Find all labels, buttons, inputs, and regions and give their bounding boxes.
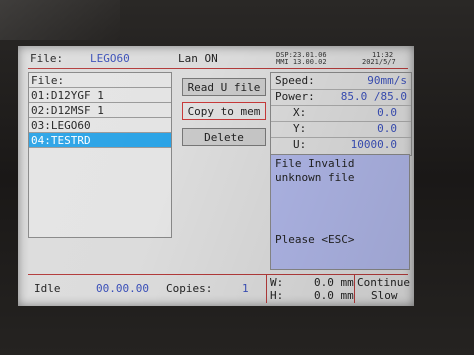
mode-continue: Continue: [357, 276, 410, 289]
height-label: H:: [270, 289, 284, 302]
y-row: Y: 0.0: [271, 121, 411, 138]
status-divider-1: [266, 275, 267, 303]
parameter-panel: Speed: 90mm/s Power: 85.0 /85.0 X: 0.0 Y…: [270, 72, 412, 156]
clock-date: 2021/5/7: [362, 58, 396, 66]
file-label: File:: [30, 52, 64, 65]
x-label: X:: [293, 106, 307, 119]
clock: 11:32 2021/5/7: [362, 52, 396, 66]
status-divider-2: [354, 275, 355, 303]
lan-status: Lan ON: [178, 52, 218, 65]
message-panel: File Invalid unknown file Please <ESC>: [270, 154, 410, 270]
x-value: 0.0: [377, 106, 397, 119]
height-value: 0.0 mm: [314, 289, 354, 302]
file-item-02[interactable]: 02:D12MSF 1: [29, 103, 171, 118]
message-line-2: unknown file: [275, 171, 355, 184]
machine-state: Idle: [34, 282, 61, 295]
power-row: Power: 85.0 /85.0: [271, 89, 411, 106]
elapsed-time: 00.00.00: [96, 282, 149, 295]
message-prompt: Please <ESC>: [275, 233, 355, 246]
message-line-1: File Invalid: [275, 157, 355, 170]
y-label: Y:: [293, 122, 307, 135]
version-info: DSP:23.01.06 MMI 13.00.02: [276, 52, 327, 66]
file-list: File: 01:D12YGF 1 02:D12MSF 1 03:LEGO60 …: [28, 72, 172, 238]
u-value: 10000.0: [350, 138, 397, 151]
speed-label: Speed:: [275, 74, 315, 87]
file-item-01[interactable]: 01:D12YGF 1: [29, 88, 171, 103]
mmi-version: MMI 13.00.02: [276, 58, 327, 66]
speed-value: 90mm/s: [367, 74, 407, 87]
x-row: X: 0.0: [271, 105, 411, 122]
file-item-03[interactable]: 03:LEGO60: [29, 118, 171, 133]
power-label: Power:: [275, 90, 315, 103]
width-label: W:: [270, 276, 284, 289]
screen-glare: [0, 0, 120, 40]
copies-value: 1: [242, 282, 249, 295]
copies-label: Copies:: [166, 282, 213, 295]
status-bar: Idle 00.00.00 Copies: 1 W: 0.0 mm H: 0.0…: [28, 274, 410, 303]
delete-button[interactable]: Delete: [182, 128, 266, 146]
read-u-file-button[interactable]: Read U file: [182, 78, 266, 96]
file-item-04[interactable]: 04:TESTRD: [29, 133, 171, 148]
file-list-header: File:: [29, 73, 171, 88]
lcd-screen: File: LEGO60 Lan ON DSP:23.01.06 MMI 13.…: [18, 46, 414, 306]
width-value: 0.0 mm: [314, 276, 354, 289]
current-file-name: LEGO60: [90, 52, 130, 65]
header-bar: File: LEGO60 Lan ON: [28, 50, 408, 69]
y-value: 0.0: [377, 122, 397, 135]
u-row: U: 10000.0: [271, 137, 411, 153]
u-label: U:: [293, 138, 307, 151]
power-value: 85.0 /85.0: [340, 90, 407, 103]
speed-row: Speed: 90mm/s: [271, 73, 411, 90]
copy-to-mem-button[interactable]: Copy to mem: [182, 102, 266, 120]
mode-slow: Slow: [371, 289, 398, 302]
